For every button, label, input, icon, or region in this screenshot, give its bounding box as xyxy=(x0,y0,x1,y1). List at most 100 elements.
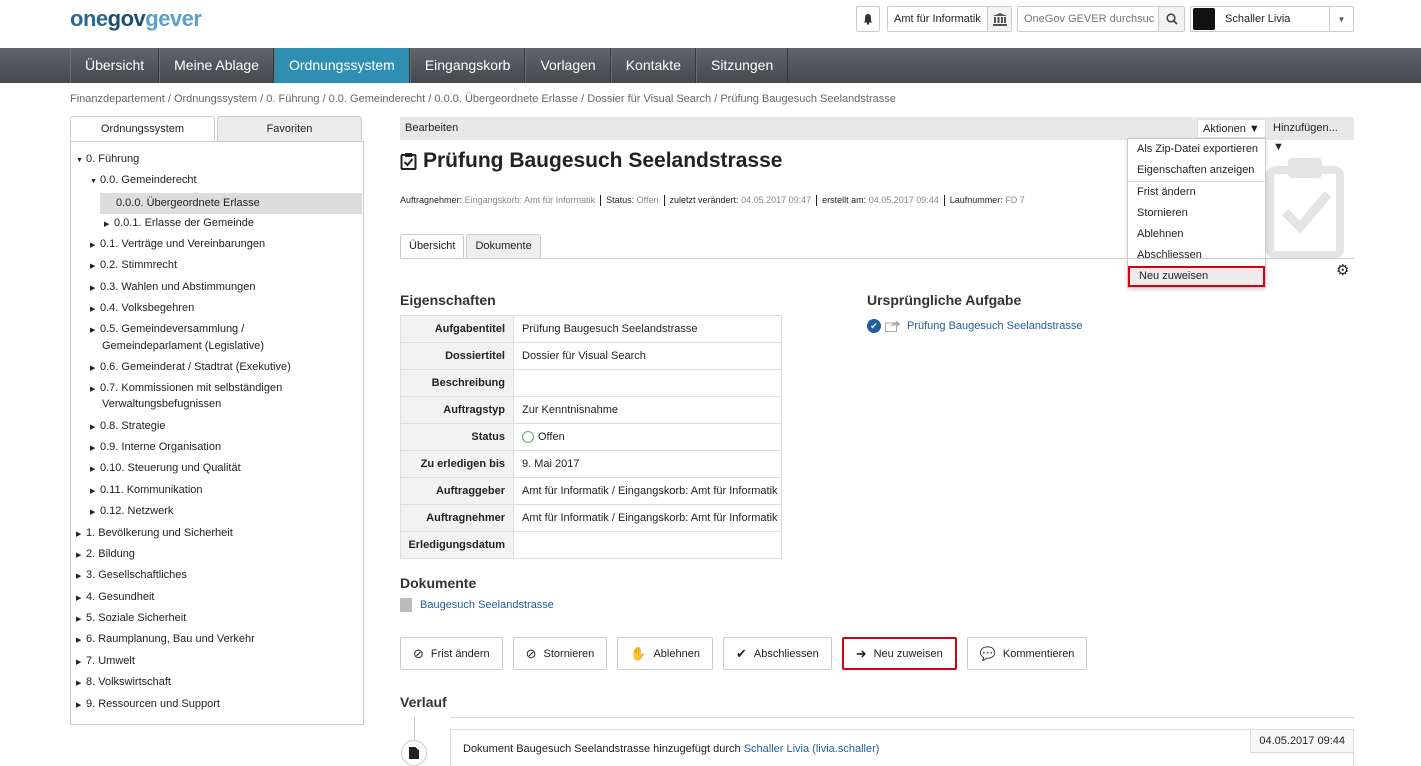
user-menu[interactable]: Schaller Livia ▼ xyxy=(1190,6,1354,32)
menu-item-abschliessen[interactable]: Abschliessen xyxy=(1128,245,1265,266)
tree-node-label: 0.8. Strategie xyxy=(100,420,166,432)
tab-favoriten[interactable]: Favoriten xyxy=(217,116,362,142)
tree-node[interactable]: ▶ 0.3. Wahlen und Abstimmungen xyxy=(90,281,256,293)
caret-right-icon[interactable]: ▶ xyxy=(90,364,100,372)
nav-kontakte[interactable]: Kontakte xyxy=(610,48,696,83)
caret-right-icon[interactable]: ▶ xyxy=(76,572,86,580)
tree-node[interactable]: ▶ 7. Umwelt xyxy=(76,655,135,667)
caret-right-icon[interactable]: ▶ xyxy=(76,551,86,559)
neu-zuweisen-button[interactable]: ➜ Neu zuweisen xyxy=(841,637,957,670)
edit-link[interactable]: Bearbeiten xyxy=(405,122,458,134)
tree-node[interactable]: ▼ 0. Führung xyxy=(76,153,139,165)
tree-node[interactable]: ▶ 0.8. Strategie xyxy=(90,420,165,432)
tree-node[interactable]: ▶ 0.9. Interne Organisation xyxy=(90,441,221,453)
caret-right-icon[interactable]: ▶ xyxy=(90,508,100,516)
tree-node[interactable]: ▶ 2. Bildung xyxy=(76,548,135,560)
tree-node[interactable]: ▶ 0.11. Kommunikation xyxy=(90,484,203,496)
menu-item-properties[interactable]: Eigenschaften anzeigen xyxy=(1128,160,1265,181)
menu-item-frist-aendern[interactable]: Frist ändern xyxy=(1128,182,1265,203)
tab-uebersicht[interactable]: Übersicht xyxy=(400,234,465,259)
tab-ordnungssystem[interactable]: Ordnungssystem xyxy=(70,116,215,142)
tab-dokumente[interactable]: Dokumente xyxy=(466,234,541,259)
caret-right-icon[interactable]: ▶ xyxy=(90,465,100,473)
search-icon[interactable] xyxy=(1158,7,1184,31)
tree-node[interactable]: ▶ 0.2. Stimmrecht xyxy=(90,259,177,271)
menu-item-zip-export[interactable]: Als Zip-Datei exportieren xyxy=(1128,139,1265,160)
caret-right-icon[interactable]: ▶ xyxy=(76,679,86,687)
cancel-icon: ⊘ xyxy=(525,645,537,661)
chevron-down-icon[interactable]: ▼ xyxy=(1329,7,1353,31)
institution-icon[interactable] xyxy=(987,7,1011,31)
notifications-bell-icon[interactable] xyxy=(856,6,880,32)
menu-item-ablehnen[interactable]: Ablehnen xyxy=(1128,224,1265,245)
nav-eingangskorb[interactable]: Eingangskorb xyxy=(409,48,526,83)
tree-node[interactable]: ▶ 4. Gesundheit xyxy=(76,591,155,603)
actions-menu-button[interactable]: Aktionen ▼ xyxy=(1197,119,1266,138)
nav-vorlagen[interactable]: Vorlagen xyxy=(525,48,611,83)
caret-right-icon[interactable]: ▶ xyxy=(76,594,86,602)
original-task: ✔ Prüfung Baugesuch Seelandstrasse xyxy=(867,319,1083,333)
caret-right-icon[interactable]: ▶ xyxy=(104,220,114,228)
tree-node-label: Gemeindeparlament (Legislative) xyxy=(102,340,265,352)
caret-right-icon[interactable]: ▶ xyxy=(90,305,100,313)
kommentieren-button[interactable]: 💬 Kommentieren xyxy=(966,637,1088,670)
gear-icon[interactable]: ⚙ xyxy=(1336,261,1349,279)
caret-right-icon[interactable]: ▶ xyxy=(90,326,100,334)
history-user-link[interactable]: Schaller Livia (livia.schaller) xyxy=(744,743,880,755)
tree-node[interactable]: ▶ 0.1. Verträge und Vereinbarungen xyxy=(90,238,265,250)
add-menu-button[interactable]: Hinzufügen... ▼ xyxy=(1268,119,1354,153)
tree-node[interactable]: ▶ 5. Soziale Sicherheit xyxy=(76,612,186,624)
tree-node[interactable]: Gemeindeparlament (Legislative) xyxy=(102,340,264,352)
nav-ordnungssystem[interactable]: Ordnungssystem xyxy=(273,48,410,83)
ablehnen-button[interactable]: ✋ Ablehnen xyxy=(617,637,713,670)
tree-node[interactable]: ▶ 0.5. Gemeindeversammlung / xyxy=(90,323,244,335)
tree-node[interactable]: ▶ 6. Raumplanung, Bau und Verkehr xyxy=(76,633,255,645)
tree-node[interactable]: ▶ 0.7. Kommissionen mit selbständigen xyxy=(90,382,282,394)
tree-node[interactable]: Verwaltungsbefugnissen xyxy=(102,398,221,410)
tree-node[interactable]: ▶ 3. Gesellschaftliches xyxy=(76,569,187,581)
tree-node[interactable]: ▶ 0.12. Netzwerk xyxy=(90,505,173,517)
logo[interactable]: onegovgever xyxy=(70,6,202,32)
nav-sitzungen[interactable]: Sitzungen xyxy=(695,48,789,83)
nav-uebersicht[interactable]: Übersicht xyxy=(70,48,160,83)
search-box[interactable] xyxy=(1017,6,1185,32)
menu-item-neu-zuweisen[interactable]: Neu zuweisen xyxy=(1128,266,1265,287)
history-entry: Dokument Baugesuch Seelandstrasse hinzug… xyxy=(450,729,1354,766)
tree-node[interactable]: ▼ 0.0. Gemeinderecht xyxy=(90,174,197,186)
nav-meine-ablage[interactable]: Meine Ablage xyxy=(159,48,274,83)
frist-aendern-button[interactable]: ⊘ Frist ändern xyxy=(400,637,503,670)
caret-right-icon[interactable]: ▶ xyxy=(76,615,86,623)
caret-right-icon[interactable]: ▶ xyxy=(90,262,100,270)
caret-right-icon[interactable]: ▶ xyxy=(76,658,86,666)
breadcrumb[interactable]: Finanzdepartement / Ordnungssystem / 0. … xyxy=(70,93,896,105)
tree-node[interactable]: 0.0.0. Übergeordnete Erlasse xyxy=(100,193,362,214)
caret-right-icon[interactable]: ▶ xyxy=(90,487,100,495)
page-title: Prüfung Baugesuch Seelandstrasse xyxy=(400,149,782,173)
tree-node[interactable]: ▶ 8. Volkswirtschaft xyxy=(76,676,171,688)
menu-item-stornieren[interactable]: Stornieren xyxy=(1128,203,1265,224)
search-input[interactable] xyxy=(1018,7,1158,31)
tree-node[interactable]: ▶ 0.0.1. Erlasse der Gemeinde xyxy=(104,217,254,229)
tabs-divider xyxy=(400,258,1354,259)
tree-node[interactable]: ▶ 1. Bevölkerung und Sicherheit xyxy=(76,527,233,539)
caret-right-icon[interactable]: ▶ xyxy=(76,530,86,538)
tree-node[interactable]: ▶ 0.6. Gemeinderat / Stadtrat (Exekutive) xyxy=(90,361,291,373)
caret-right-icon[interactable]: ▶ xyxy=(90,444,100,452)
document-link[interactable]: Baugesuch Seelandstrasse xyxy=(420,599,554,611)
content-tabs: Übersicht Dokumente xyxy=(400,234,543,259)
tree-node[interactable]: ▶ 9. Ressourcen und Support xyxy=(76,698,220,710)
caret-right-icon[interactable]: ▶ xyxy=(76,636,86,644)
stornieren-button[interactable]: ⊘ Stornieren xyxy=(512,637,608,670)
caret-right-icon[interactable]: ▶ xyxy=(90,423,100,431)
caret-down-icon[interactable]: ▼ xyxy=(76,157,86,164)
caret-right-icon[interactable]: ▶ xyxy=(90,385,100,393)
abschliessen-button[interactable]: ✔ Abschliessen xyxy=(722,637,832,670)
tree-node[interactable]: ▶ 0.4. Volksbegehren xyxy=(90,302,194,314)
caret-down-icon[interactable]: ▼ xyxy=(90,178,100,185)
original-task-link[interactable]: Prüfung Baugesuch Seelandstrasse xyxy=(907,320,1083,332)
caret-right-icon[interactable]: ▶ xyxy=(90,284,100,292)
caret-right-icon[interactable]: ▶ xyxy=(76,701,86,709)
caret-right-icon[interactable]: ▶ xyxy=(90,241,100,249)
tree-node[interactable]: ▶ 0.10. Steuerung und Qualität xyxy=(90,462,241,474)
org-unit-selector[interactable]: Amt für Informatik xyxy=(887,6,1012,32)
